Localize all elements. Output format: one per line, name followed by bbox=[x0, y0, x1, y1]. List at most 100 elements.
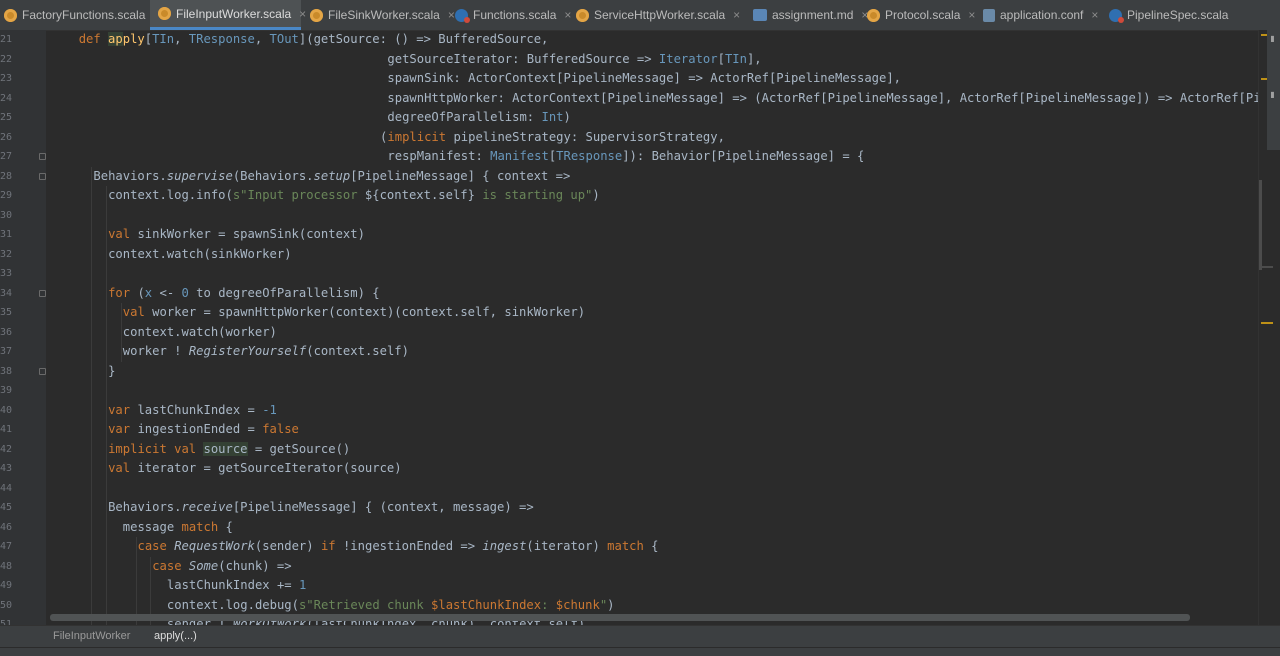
tab-functions-scala[interactable]: Functions.scala × bbox=[447, 0, 571, 30]
code-token: match bbox=[607, 539, 652, 553]
code-token: ]): Behavior[PipelineMessage] = { bbox=[622, 149, 865, 163]
code-line[interactable]: val sinkWorker = spawnSink(context) bbox=[108, 225, 365, 245]
code-line[interactable]: var ingestionEnded = false bbox=[108, 420, 299, 440]
code-token: respManifest: bbox=[387, 149, 491, 163]
code-line[interactable]: worker ! RegisterYourself(context.self) bbox=[123, 342, 409, 362]
code-line[interactable]: val iterator = getSourceIterator(source) bbox=[108, 459, 402, 479]
code-token: } bbox=[108, 363, 116, 378]
fold-icon[interactable] bbox=[39, 172, 46, 180]
line-number: 26 bbox=[0, 131, 13, 143]
code-token: s"Retrieved chunk bbox=[298, 597, 432, 612]
code-line[interactable]: degreeOfParallelism: Int) bbox=[387, 108, 570, 128]
code-token: : bbox=[541, 597, 556, 612]
close-icon[interactable]: × bbox=[733, 8, 740, 22]
line-number: 35 bbox=[0, 307, 13, 318]
tab-label: assignment.md bbox=[772, 8, 854, 22]
code-token: Iterator bbox=[658, 51, 718, 66]
code-line[interactable]: } bbox=[108, 362, 115, 382]
line-number: 44 bbox=[0, 482, 13, 494]
fold-icon[interactable] bbox=[39, 367, 46, 375]
code-token: Some bbox=[188, 558, 219, 573]
code-token: TResponse bbox=[556, 149, 623, 163]
code-token: (sender) bbox=[254, 539, 321, 553]
code-line[interactable]: (implicit pipelineStrategy: SupervisorSt… bbox=[380, 128, 725, 148]
line-number: 41 bbox=[0, 424, 13, 435]
code-token: 1 bbox=[298, 578, 307, 592]
code-token: match bbox=[181, 519, 226, 534]
code-token: ) bbox=[592, 188, 600, 202]
code-line[interactable]: var lastChunkIndex = -1 bbox=[108, 401, 277, 421]
code-token: ], bbox=[746, 51, 762, 66]
line-number: 22 bbox=[0, 53, 13, 65]
code-token: TOut bbox=[269, 32, 299, 46]
code-token: !ingestionEnded => bbox=[342, 539, 483, 553]
tab-application-conf[interactable]: application.conf × bbox=[975, 0, 1100, 30]
code-line[interactable]: context.watch(sinkWorker) bbox=[108, 245, 291, 265]
code-line[interactable]: def apply[TIn, TResponse, TOut](getSourc… bbox=[79, 30, 548, 50]
tab-protocol-scala[interactable]: Protocol.scala × bbox=[859, 0, 975, 30]
code-token: case bbox=[152, 558, 189, 573]
tool-label[interactable]: ▮ bbox=[1268, 90, 1277, 99]
horizontal-scrollbar-thumb[interactable] bbox=[50, 614, 1190, 621]
tab-filesinkworker-scala[interactable]: FileSinkWorker.scala × bbox=[302, 0, 455, 30]
code-token: var bbox=[108, 402, 138, 417]
fold-icon[interactable] bbox=[39, 153, 46, 160]
scala-object-icon bbox=[4, 8, 17, 22]
code-line[interactable]: getSourceIterator: BufferedSource => Ite… bbox=[387, 50, 761, 70]
close-icon[interactable]: × bbox=[1091, 8, 1098, 22]
code-token: context.watch(sinkWorker) bbox=[108, 246, 292, 261]
line-number: 43 bbox=[0, 463, 13, 474]
code-token: = getSource() bbox=[247, 441, 351, 456]
code-token: to degreeOfParallelism) { bbox=[188, 285, 380, 300]
code-line[interactable]: spawnHttpWorker: ActorContext[PipelineMe… bbox=[387, 89, 1258, 109]
code-line[interactable]: context.log.info(s"Input processor ${con… bbox=[108, 186, 600, 206]
code-token: ingest bbox=[482, 539, 527, 553]
scala-class-icon bbox=[455, 8, 470, 23]
code-line[interactable]: respManifest: Manifest[TResponse]): Beha… bbox=[387, 147, 864, 167]
scroll-marker bbox=[1261, 266, 1273, 268]
line-number: 36 bbox=[0, 326, 13, 338]
code-token: Manifest bbox=[490, 149, 549, 163]
warning-marker[interactable] bbox=[1261, 322, 1273, 324]
code-token: is starting up" bbox=[474, 188, 593, 202]
line-number: 34 bbox=[0, 287, 13, 299]
scala-class-icon bbox=[1109, 8, 1124, 23]
indent-guide bbox=[106, 186, 108, 625]
tab-pipelinespec-scala[interactable]: PipelineSpec.scala bbox=[1101, 0, 1239, 30]
code-token: iterator = getSourceIterator(source) bbox=[137, 461, 402, 475]
tab-fileinputworker-scala[interactable]: FileInputWorker.scala × bbox=[150, 0, 306, 30]
code-line[interactable]: message match { bbox=[123, 518, 233, 538]
code-token: degreeOfParallelism: bbox=[387, 110, 542, 124]
code-line[interactable]: case Some(chunk) => bbox=[152, 557, 291, 577]
line-number: 27 bbox=[0, 151, 13, 162]
tab-assignment-md[interactable]: assignment.md × bbox=[745, 0, 868, 30]
indent-guide bbox=[120, 303, 122, 362]
breadcrumb-file[interactable]: FileInputWorker bbox=[53, 630, 130, 642]
code-line[interactable]: case RequestWork(sender) if !ingestionEn… bbox=[138, 537, 659, 557]
breadcrumb-member[interactable]: apply(...) bbox=[154, 630, 197, 642]
tab-servicehttpworker-scala[interactable]: ServiceHttpWorker.scala × bbox=[568, 0, 744, 30]
tool-label[interactable]: ▮ bbox=[1268, 34, 1277, 43]
markdown-file-icon bbox=[753, 9, 767, 21]
code-editor[interactable]: def apply[TIn, TResponse, TOut](getSourc… bbox=[46, 30, 1258, 625]
code-token: ( bbox=[137, 285, 145, 300]
code-line[interactable]: context.watch(worker) bbox=[123, 323, 277, 343]
code-token: sinkWorker = spawnSink(context) bbox=[137, 227, 365, 241]
code-line[interactable]: lastChunkIndex += 1 bbox=[167, 576, 306, 596]
line-number: 51 bbox=[0, 619, 13, 625]
code-line[interactable]: context.log.debug(s"Retrieved chunk $las… bbox=[167, 596, 615, 616]
code-line[interactable]: spawnSink: ActorContext[PipelineMessage]… bbox=[387, 69, 901, 89]
code-line[interactable]: for (x <- 0 to degreeOfParallelism) { bbox=[108, 284, 380, 304]
fold-icon[interactable] bbox=[39, 289, 46, 297]
code-line[interactable]: val worker = spawnHttpWorker(context)(co… bbox=[123, 303, 585, 323]
tab-label: FactoryFunctions.scala bbox=[22, 8, 146, 22]
right-tool-window-strip[interactable]: ▮ ▮ bbox=[1267, 30, 1280, 150]
code-line[interactable]: implicit val source = getSource() bbox=[108, 440, 350, 460]
line-number: 29 bbox=[0, 190, 13, 201]
code-token: context.watch(worker) bbox=[122, 324, 277, 339]
tab-factoryfunctions-scala[interactable]: FactoryFunctions.scala× bbox=[0, 0, 160, 30]
code-token: spawnSink: ActorContext[PipelineMessage]… bbox=[387, 71, 902, 85]
code-token: ingestionEnded = bbox=[137, 422, 263, 436]
code-line[interactable]: Behaviors.receive[PipelineMessage] { (co… bbox=[108, 498, 534, 518]
code-line[interactable]: Behaviors.supervise(Behaviors.setup[Pipe… bbox=[93, 167, 570, 187]
